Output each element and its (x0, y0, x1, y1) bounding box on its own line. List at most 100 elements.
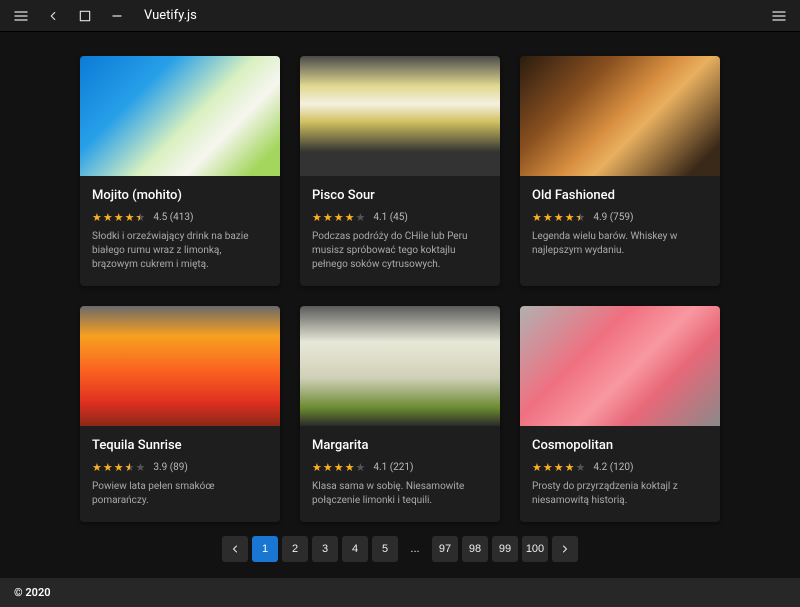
star-icon: ★ (554, 461, 564, 474)
pagination-page-button[interactable]: 4 (342, 536, 368, 562)
star-icon: ★ (103, 211, 113, 224)
pagination-page-button[interactable]: 1 (252, 536, 278, 562)
star-icon: ★ (92, 461, 102, 474)
star-icon: ★ (532, 211, 542, 224)
menu-right-icon[interactable] (770, 7, 788, 25)
cocktail-card[interactable]: Margarita★★★★★4.1 (221)Klasa sama w sobi… (300, 306, 500, 522)
star-rating: ★★★★★ (312, 211, 365, 224)
pagination-page-button[interactable]: 100 (522, 536, 548, 562)
pagination-prev-button[interactable] (222, 536, 248, 562)
star-half-icon: ★ (125, 461, 135, 474)
rating-row: ★★★★★ 4.1 (45) (312, 211, 488, 224)
rating-row: ★★★★★4.5 (413) (92, 211, 268, 224)
card-title: Mojito (mohito) (92, 188, 268, 203)
card-image (300, 56, 500, 176)
card-image (520, 306, 720, 426)
star-rating: ★★★★★ (92, 211, 145, 224)
copyright-text: © 2020 (14, 586, 51, 599)
rating-text: 4.9 (759) (593, 212, 633, 223)
card-body: Old Fashioned★★★★★4.9 (759)Legenda wielu… (520, 176, 720, 272)
star-empty-icon: ★ (576, 461, 586, 474)
card-title: Old Fashioned (532, 188, 708, 203)
star-icon: ★ (312, 461, 322, 474)
rating-text: 4.1 (221) (373, 462, 413, 473)
pagination-ellipsis: ... (402, 536, 428, 562)
star-empty-icon: ★ (356, 211, 366, 224)
card-image (520, 56, 720, 176)
star-icon: ★ (532, 461, 542, 474)
card-description: Słodki i orzeźwiający drink na bazie bia… (92, 230, 268, 272)
rating-row: ★★★★★4.2 (120) (532, 461, 708, 474)
cocktail-card[interactable]: Pisco Sour★★★★★4.1 (45)Podczas podróży d… (300, 56, 500, 286)
rating-row: ★★★★★4.9 (759) (532, 211, 708, 224)
star-icon: ★ (554, 211, 564, 224)
star-icon: ★ (114, 211, 124, 224)
star-icon: ★ (334, 461, 344, 474)
main-content: Mojito (mohito)★★★★★4.5 (413)Słodki i or… (0, 32, 800, 570)
card-title: Margarita (312, 438, 488, 453)
minus-icon[interactable] (108, 7, 126, 25)
star-empty-icon: ★ (356, 461, 366, 474)
star-icon: ★ (565, 461, 575, 474)
footer: © 2020 (0, 578, 800, 607)
app-title: Vuetify.js (144, 8, 197, 23)
cocktail-card[interactable]: Old Fashioned★★★★★4.9 (759)Legenda wielu… (520, 56, 720, 286)
pagination-page-button[interactable]: 99 (492, 536, 518, 562)
star-icon: ★ (114, 461, 124, 474)
rating-text: 4.1 (45) (373, 212, 408, 223)
rating-text: 4.2 (120) (593, 462, 633, 473)
pagination-page-button[interactable]: 3 (312, 536, 338, 562)
card-image (300, 306, 500, 426)
rating-text: 3.9 (89) (153, 462, 188, 473)
pagination: 12345...979899100 (80, 536, 720, 562)
star-icon: ★ (323, 461, 333, 474)
rating-row: ★★★★★4.1 (221) (312, 461, 488, 474)
star-icon: ★ (125, 211, 135, 224)
card-body: Tequila Sunrise★★★★★3.9 (89)Powiew lata … (80, 426, 280, 522)
card-description: Prosty do przyrządzenia koktajl z niesam… (532, 480, 708, 508)
star-icon: ★ (323, 211, 333, 224)
hamburger-menu-icon[interactable] (12, 7, 30, 25)
card-description: Klasa sama w sobię. Niesamowite połączen… (312, 480, 488, 508)
card-description: Legenda wielu barów. Whiskey w najlepszy… (532, 230, 708, 258)
star-icon: ★ (103, 461, 113, 474)
star-icon: ★ (92, 211, 102, 224)
star-icon: ★ (312, 211, 322, 224)
star-icon: ★ (345, 461, 355, 474)
star-half-icon: ★ (136, 211, 146, 224)
star-icon: ★ (565, 211, 575, 224)
rating-row: ★★★★★3.9 (89) (92, 461, 268, 474)
pagination-next-button[interactable] (552, 536, 578, 562)
rating-text: 4.5 (413) (153, 212, 193, 223)
square-icon[interactable] (76, 7, 94, 25)
card-body: Mojito (mohito)★★★★★4.5 (413)Słodki i or… (80, 176, 280, 286)
cocktail-card[interactable]: Cosmopolitan★★★★★4.2 (120)Prosty do przy… (520, 306, 720, 522)
pagination-page-button[interactable]: 2 (282, 536, 308, 562)
card-body: Cosmopolitan★★★★★4.2 (120)Prosty do przy… (520, 426, 720, 522)
card-title: Tequila Sunrise (92, 438, 268, 453)
card-body: Margarita★★★★★4.1 (221)Klasa sama w sobi… (300, 426, 500, 522)
pagination-page-button[interactable]: 5 (372, 536, 398, 562)
cocktail-card[interactable]: Mojito (mohito)★★★★★4.5 (413)Słodki i or… (80, 56, 280, 286)
star-rating: ★★★★★ (532, 461, 585, 474)
card-grid: Mojito (mohito)★★★★★4.5 (413)Słodki i or… (80, 56, 720, 522)
card-description: Podczas podróży do CHile lub Peru musisz… (312, 230, 488, 272)
star-rating: ★★★★★ (532, 211, 585, 224)
star-half-icon: ★ (576, 211, 586, 224)
card-image (80, 56, 280, 176)
star-rating: ★★★★★ (92, 461, 145, 474)
card-title: Cosmopolitan (532, 438, 708, 453)
star-empty-icon: ★ (136, 461, 146, 474)
pagination-page-button[interactable]: 97 (432, 536, 458, 562)
pagination-page-button[interactable]: 98 (462, 536, 488, 562)
card-description: Powiew lata pełen smakóœ pomarańczy. (92, 480, 268, 508)
star-rating: ★★★★★ (312, 461, 365, 474)
star-icon: ★ (543, 461, 553, 474)
star-icon: ★ (543, 211, 553, 224)
card-image (80, 306, 280, 426)
cocktail-card[interactable]: Tequila Sunrise★★★★★3.9 (89)Powiew lata … (80, 306, 280, 522)
topbar: Vuetify.js (0, 0, 800, 32)
star-icon: ★ (345, 211, 355, 224)
card-body: Pisco Sour★★★★★4.1 (45)Podczas podróży d… (300, 176, 500, 286)
back-arrow-icon[interactable] (44, 7, 62, 25)
